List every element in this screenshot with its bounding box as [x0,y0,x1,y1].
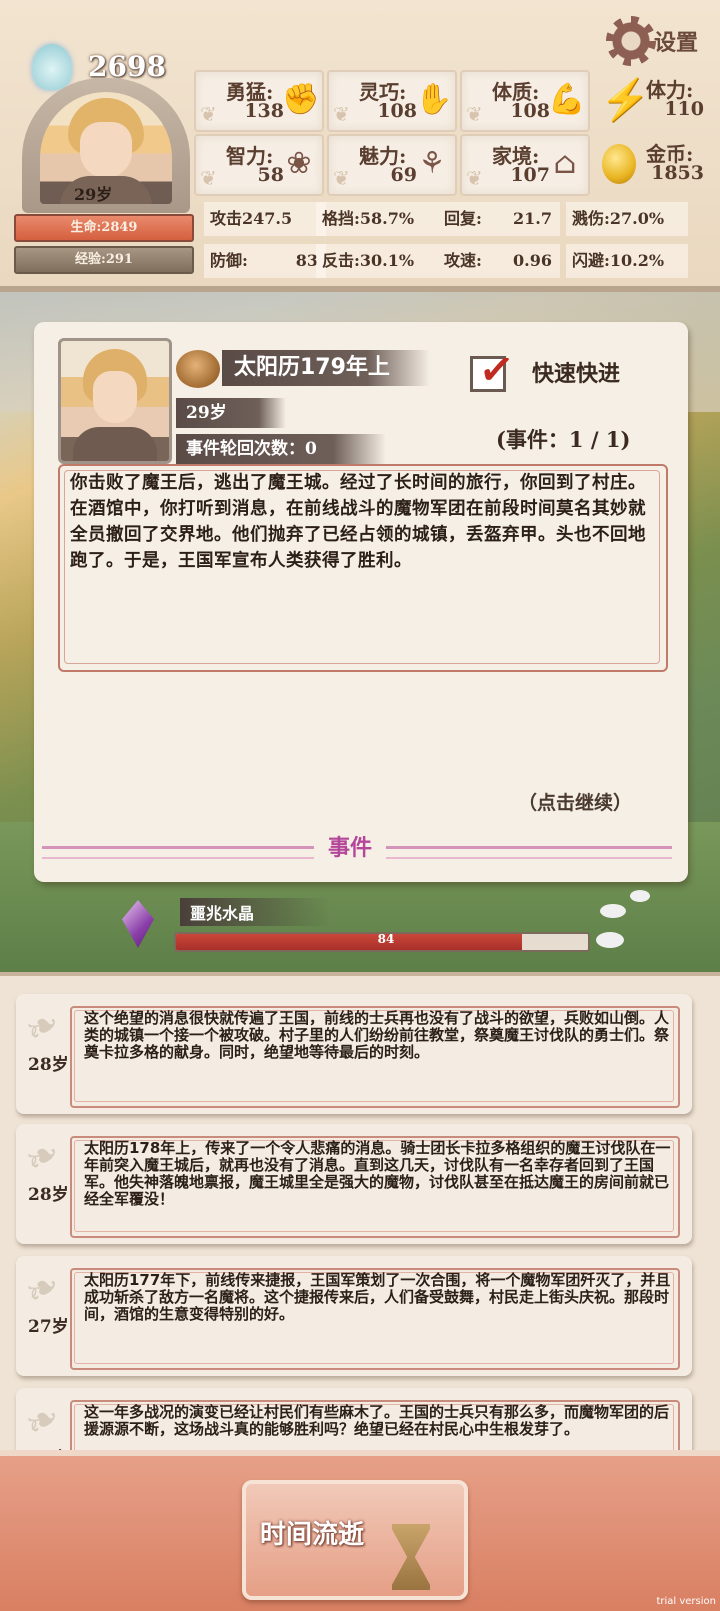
event-footer-label: 事件 [314,830,387,862]
attr-family: ❦ 家境: 107 ⌂ [460,134,590,196]
settings-button[interactable]: 设置 [606,16,710,66]
hand-icon: ✋ [415,82,453,117]
spirit-icon [32,44,72,90]
continue-hint[interactable]: （点击继续） [518,788,632,815]
bottom-bar: 时间流逝 trial version [0,1450,720,1611]
history-entry: ❧ 27岁 这一年多战况的演变已经让村民们有些麻木了。王国的士兵只有那么多，而魔… [16,1388,692,1454]
history-log[interactable]: ❧ 28岁 这个绝望的消息很快就传遍了王国，前线的士兵再也没有了战斗的欲望，兵败… [0,972,720,1454]
gear-icon [606,16,656,66]
brain-icon: ❀ [286,146,312,181]
settings-label: 设置 [654,30,699,56]
event-age: 29岁 [176,398,286,428]
feather-icon: ❧ [16,1128,69,1186]
event-loop-count: 事件轮回次数：0 [176,434,386,464]
attr-dexterity: ❦ 灵巧: 108 ✋ [327,70,457,132]
combat-dodge: 闪避:10.2% [566,244,688,278]
event-description: 你击败了魔王后，逃出了魔王城。经过了长时间的旅行，你回到了村庄。在酒馆中，你打听… [70,473,646,571]
event-character-portrait [58,338,172,464]
home-icon: ⌂ [553,146,577,181]
checkmark-icon: ✓ [476,343,517,396]
fist-icon: ✊ [282,82,320,117]
combat-splash: 溅伤:27.0% [566,202,688,236]
stamina-stat: ⚡ 体力: 110 [600,77,704,123]
character-stats-panel: 2698 设置 29岁 生命:2849 经验:291 ❦ 勇猛: 138 ✊ ❦… [0,0,720,292]
attr-constitution: ❦ 体质: 108 💪 [460,70,590,132]
omen-progress-bar: 84 [174,932,590,952]
omen-value: 84 [377,932,395,946]
attr-charm: ❦ 魅力: 69 ⚘ [327,134,457,196]
combat-speed: 攻速: 0.96 [438,244,560,278]
history-entry: ❧ 27岁 太阳历177年下，前线传来捷报，王国军策划了一次合围，将一个魔物军团… [16,1256,692,1376]
xp-bar: 经验:291 [14,246,194,274]
combat-defense: 防御: 83 [204,244,326,278]
arm-icon: 💪 [548,82,586,117]
attr-bravery: ❦ 勇猛: 138 ✊ [194,70,324,132]
hp-bar: 生命:2849 [14,214,194,242]
time-pass-label: 时间流逝 [260,1520,365,1550]
omen-crystal-label: 噩兆水晶 [180,898,330,926]
hourglass-icon [392,1524,430,1590]
watermark: trial version [656,1596,716,1607]
fast-forward-label[interactable]: 快速快进 [532,356,620,388]
fast-forward-checkbox[interactable]: ✓ [470,343,517,396]
event-counter: (事件：1 / 1) [496,427,631,452]
attr-intelligence: ❦ 智力: 58 ❀ [194,134,324,196]
coin-icon [602,144,636,184]
feather-icon: ❧ [16,1392,69,1450]
history-entry: ❧ 28岁 太阳历178年上，传来了一个令人悲痛的消息。骑士团长卡拉多格组织的魔… [16,1124,692,1244]
lightning-icon: ⚡ [600,77,650,123]
flower-icon: ⚘ [418,146,446,181]
history-entry: ❧ 28岁 这个绝望的消息很快就传遍了王国，前线的士兵再也没有了战斗的欲望，兵败… [16,994,692,1114]
feather-icon: ❧ [16,998,69,1056]
combat-regen: 回复: 21.7 [438,202,560,236]
combat-block: 格挡:58.7% [316,202,438,236]
combat-counter: 反击:30.1% [316,244,438,278]
combat-attack: 攻击247.5 [204,202,326,236]
feather-icon: ❧ [16,1260,69,1318]
character-age: 29岁 [74,185,113,204]
seed-icon [176,350,220,388]
time-pass-button[interactable]: 时间流逝 [242,1480,468,1600]
gold-stat: 金币: 1853 [596,134,706,192]
event-date: 太阳历179年上 [222,350,430,386]
